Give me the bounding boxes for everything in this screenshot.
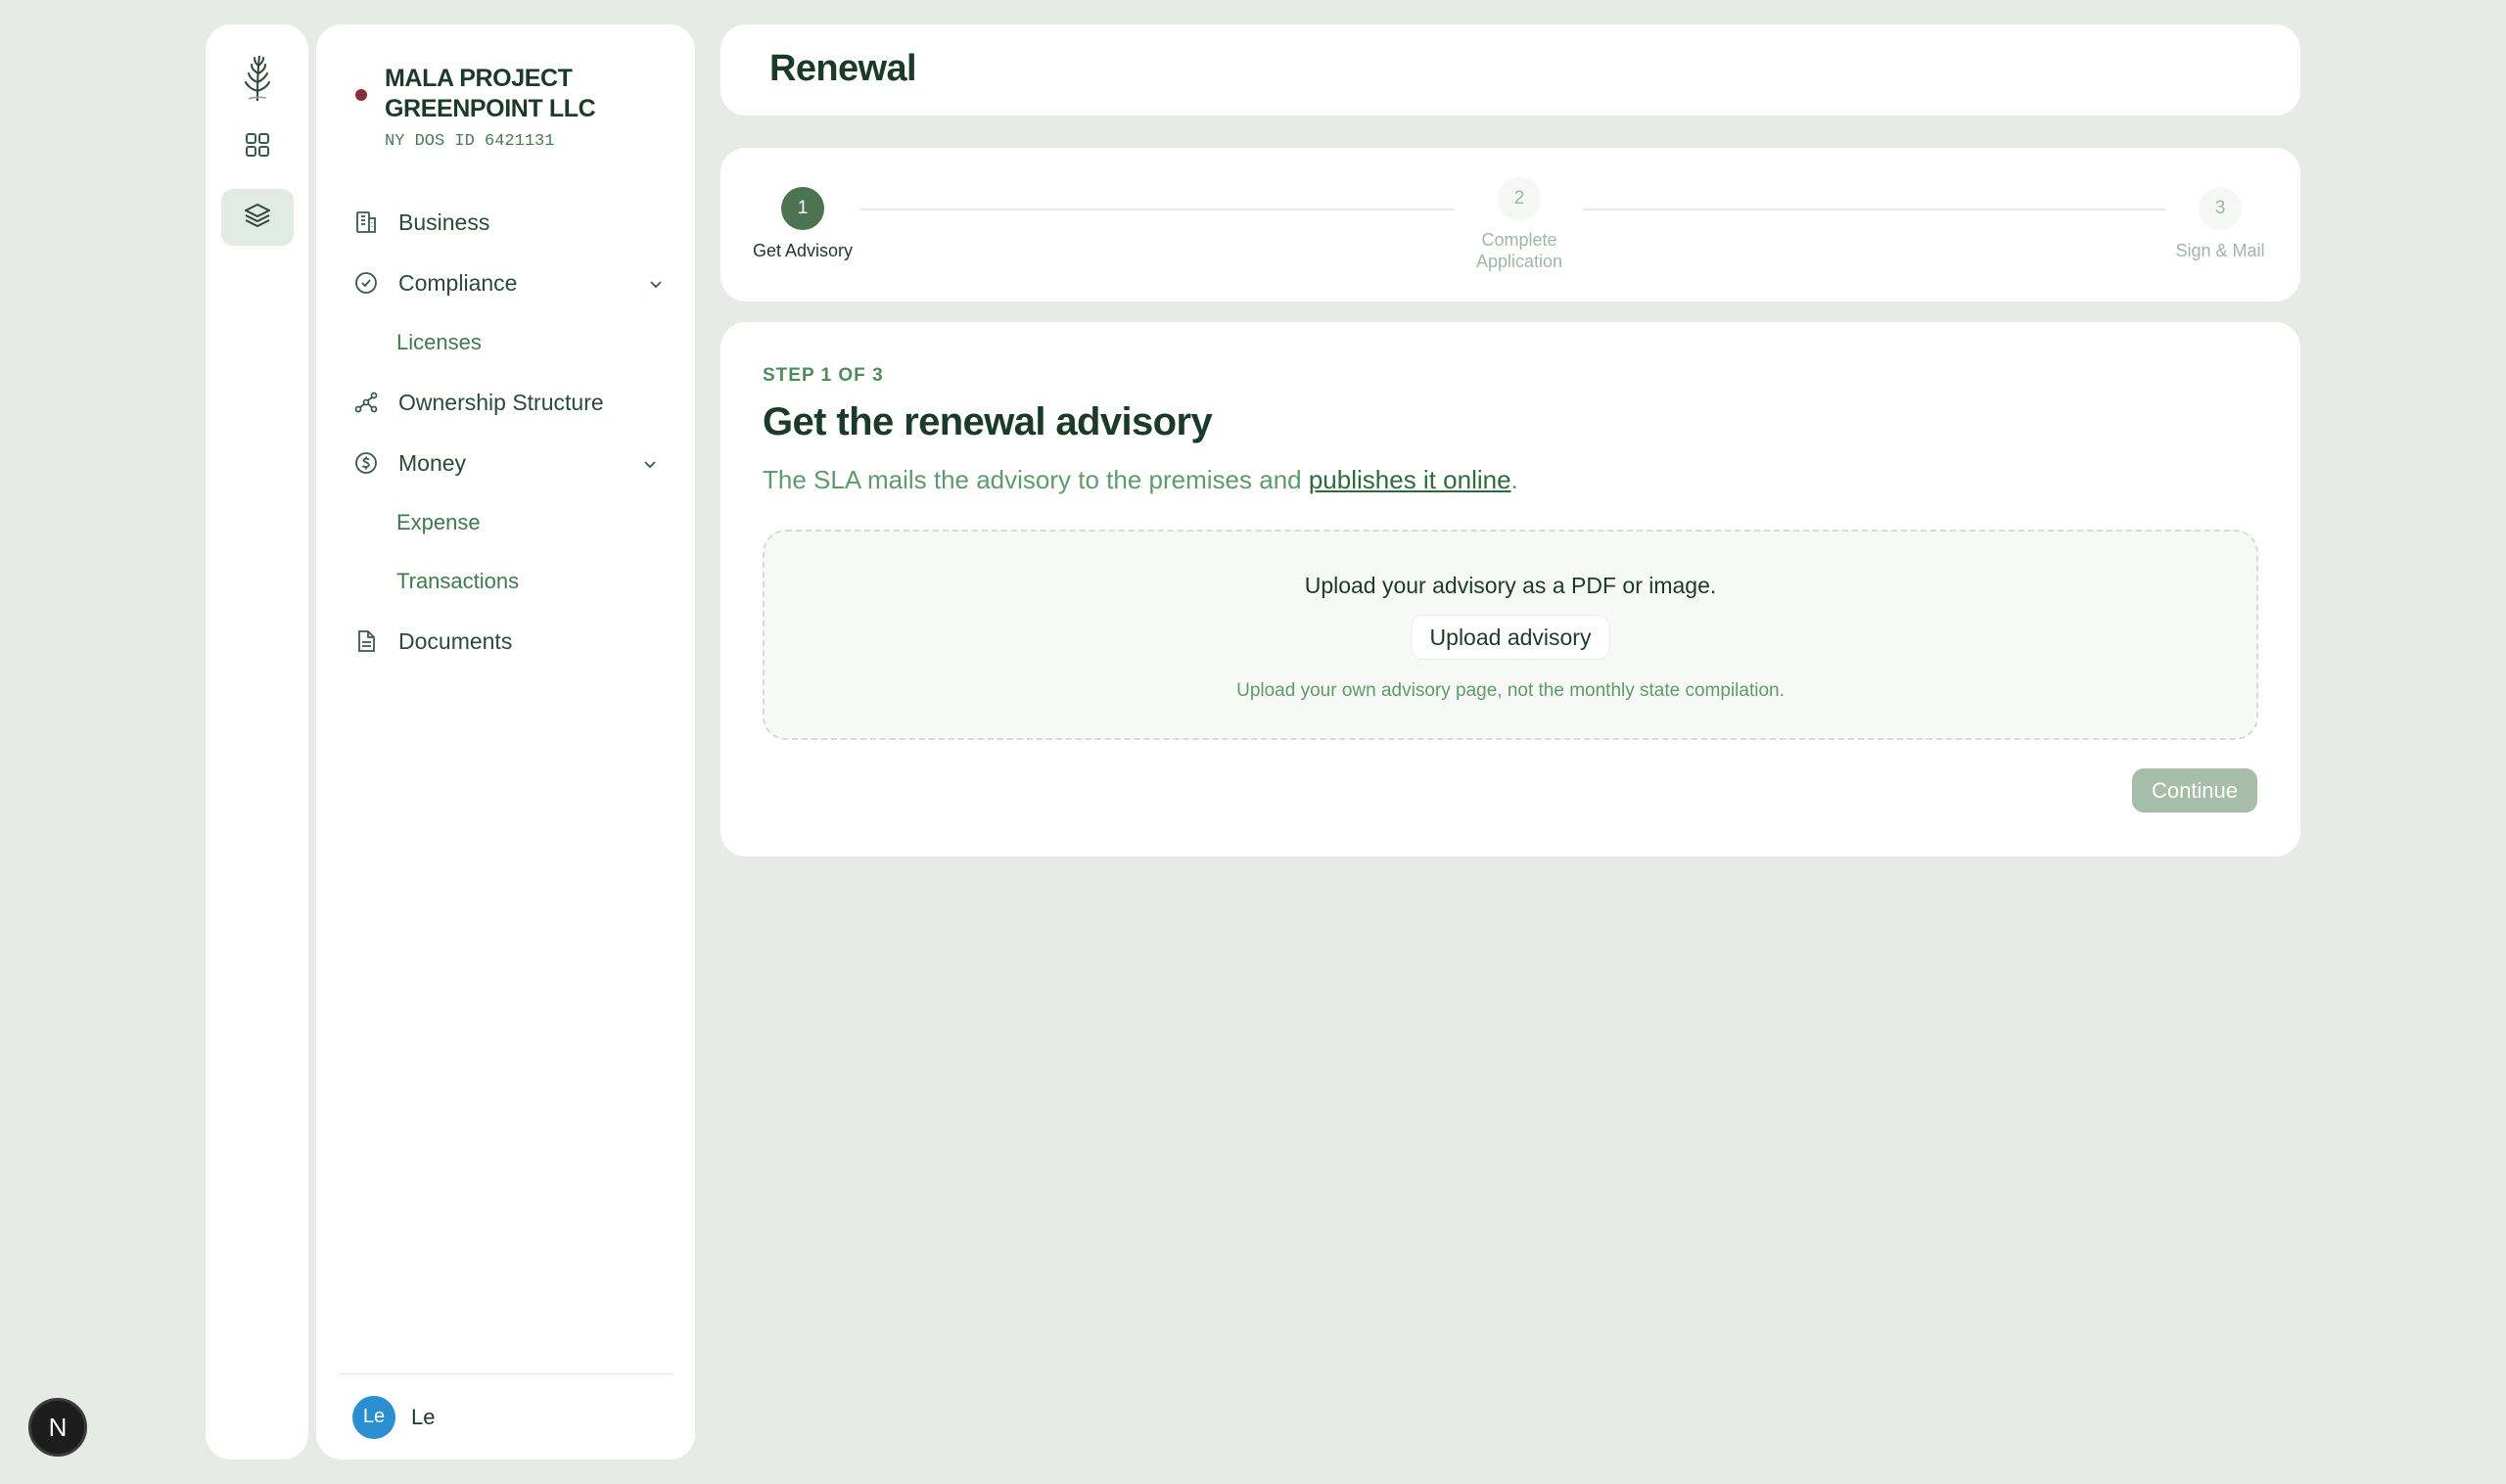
ownership-graph-icon (351, 388, 381, 417)
chevron-down-icon[interactable] (641, 453, 659, 480)
step-1-circle[interactable]: 1 (781, 187, 824, 230)
description-end: . (1510, 465, 1518, 494)
status-dot (355, 89, 367, 101)
description-text: The SLA mails the advisory to the premis… (763, 465, 1309, 494)
step-eyebrow: STEP 1 OF 3 (763, 365, 884, 386)
company-id: NY DOS ID 6421131 (385, 132, 555, 151)
sidebar: MALA PROJECT GREENPOINT LLC NY DOS ID 64… (316, 24, 695, 1460)
step-2-circle[interactable]: 2 (1498, 177, 1541, 220)
icon-rail (206, 24, 308, 1460)
dashboard-rail-button[interactable] (221, 118, 294, 175)
step-description: The SLA mails the advisory to the premis… (763, 465, 1518, 495)
layers-icon (244, 202, 271, 234)
check-circle-icon (351, 268, 381, 298)
layers-rail-button[interactable] (220, 189, 294, 246)
upload-dropzone[interactable]: Upload your advisory as a PDF or image. … (763, 530, 2258, 740)
step-content: STEP 1 OF 3 Get the renewal advisory The… (720, 322, 2300, 857)
page-header: Renewal (720, 24, 2300, 116)
document-icon (351, 626, 381, 656)
dollar-circle-icon (351, 448, 381, 478)
step-connector (1583, 209, 2165, 210)
step-3-circle[interactable]: 3 (2199, 187, 2242, 230)
sidebar-item-transactions[interactable]: Transactions (351, 552, 665, 611)
sidebar-item-business[interactable]: Business (351, 192, 665, 253)
fern-logo-icon[interactable] (234, 50, 281, 105)
page-title: Renewal (769, 48, 917, 89)
sidebar-item-money[interactable]: Money (351, 433, 665, 493)
company-name: MALA PROJECT GREENPOINT LLC (385, 64, 671, 124)
stepper: 1 Get Advisory 2 Complete Application 3 … (720, 148, 2300, 301)
sidebar-item-documents[interactable]: Documents (351, 611, 665, 672)
step-connector (860, 209, 1455, 210)
company-name-line2: GREENPOINT LLC (385, 95, 596, 122)
sidebar-item-compliance[interactable]: Compliance (351, 253, 665, 313)
step-2-label: Complete Application (1441, 229, 1598, 272)
sidebar-item-licenses[interactable]: Licenses (351, 313, 665, 372)
step-2-label-line2: Application (1475, 252, 1563, 271)
sidebar-item-label: Compliance (398, 269, 518, 296)
sidebar-item-ownership[interactable]: Ownership Structure (351, 372, 665, 433)
upload-hint: Upload your own advisory page, not the m… (1236, 680, 1785, 701)
sidebar-item-label: Ownership Structure (398, 389, 604, 415)
step-2-label-line1: Complete (1481, 230, 1557, 250)
upload-advisory-button[interactable]: Upload advisory (1411, 615, 1610, 660)
company-name-line1: MALA PROJECT (385, 65, 573, 92)
step-title: Get the renewal advisory (763, 400, 1213, 443)
avatar[interactable]: Le (352, 1395, 395, 1439)
user-menu[interactable]: Le Le (339, 1373, 673, 1460)
sidebar-nav: Business Compliance Licenses Ownership S… (351, 192, 665, 672)
user-name: Le (411, 1404, 436, 1429)
step-1-label: Get Advisory (752, 241, 854, 260)
sidebar-item-label: Money (398, 449, 467, 476)
publishes-online-link[interactable]: publishes it online (1309, 465, 1511, 494)
n-badge-button[interactable]: N (28, 1398, 87, 1457)
continue-button[interactable]: Continue (2132, 768, 2257, 812)
sidebar-item-label: Documents (398, 627, 513, 654)
step-3-label: Sign & Mail (2175, 241, 2265, 260)
upload-prompt: Upload your advisory as a PDF or image. (1304, 573, 1717, 598)
company-header: MALA PROJECT GREENPOINT LLC NY DOS ID 64… (355, 64, 671, 151)
n-badge-label: N (48, 1412, 68, 1442)
chevron-down-icon[interactable] (647, 273, 665, 300)
building-icon (351, 208, 381, 237)
sidebar-item-expense[interactable]: Expense (351, 493, 665, 552)
sidebar-item-label: Business (398, 209, 490, 235)
grid-icon (244, 131, 271, 163)
